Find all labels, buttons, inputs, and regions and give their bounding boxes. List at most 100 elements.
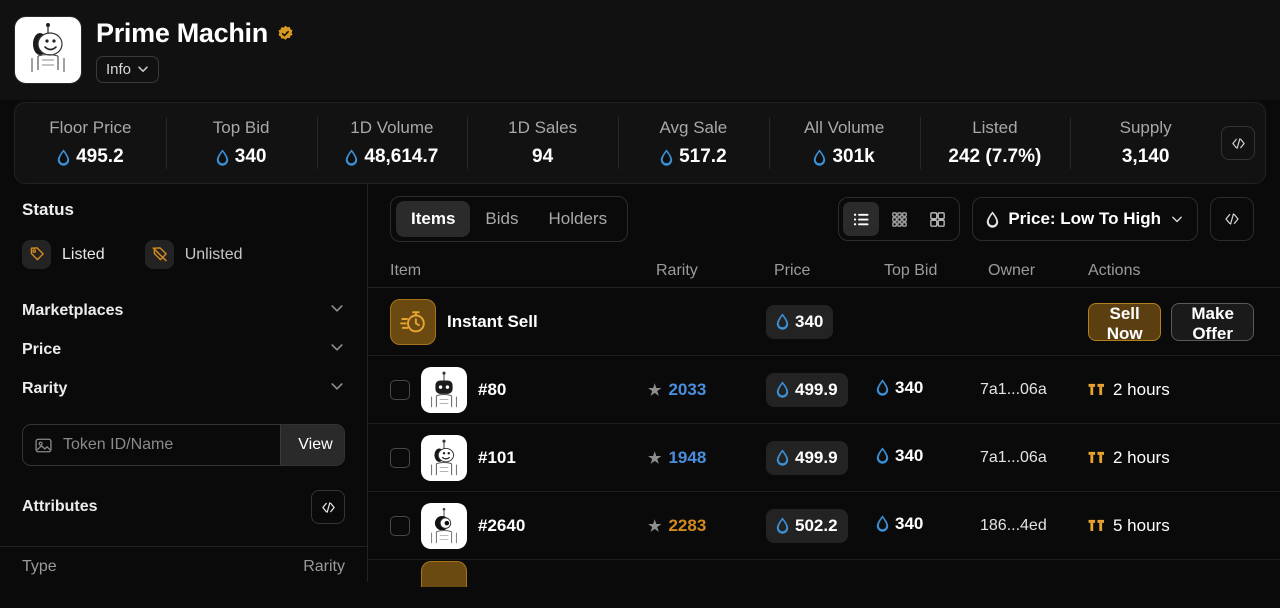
filter-rarity[interactable]: Rarity [22,369,345,408]
code-brackets-icon [1231,137,1245,149]
price-pill: 499.9 [766,440,848,475]
row-actions: 2 hours [1088,448,1254,468]
items-panel: Items Bids Holders Price: Low To High It… [368,184,1280,587]
stat-number: 94 [532,146,554,167]
stat-label: 1D Volume [350,118,434,137]
list-view-icon[interactable] [843,202,880,236]
small-grid-view-icon[interactable] [881,202,917,236]
row-actions: 2 hours [1088,380,1254,400]
stat-value: 301k [813,146,875,168]
top-bid-value: 340 [895,377,924,397]
sui-token-icon [876,447,889,464]
instant-sell-actions: Sell Now Make Offer [1088,302,1254,343]
stat-label: Floor Price [49,118,132,137]
attributes-rarity-header: Rarity [303,558,345,575]
sui-token-icon [776,381,789,398]
filter-price[interactable]: Price [22,330,345,369]
nft-thumbnail-glyph [423,436,465,479]
nft-thumbnail[interactable] [421,434,467,481]
row-price: 499.9 [766,440,876,475]
filter-marketplaces[interactable]: Marketplaces [22,291,345,330]
nft-thumbnail[interactable] [421,366,467,413]
items-code-button[interactable] [1210,197,1254,241]
sui-token-icon [776,517,789,534]
price-value: 499.9 [795,379,838,399]
nft-thumbnail[interactable] [421,502,467,549]
stat-1d-sales: 1D Sales 94 [467,103,618,183]
tag-icon [22,240,51,269]
filter-label: Marketplaces [22,301,124,319]
top-bid-wrap: 340 [876,378,923,398]
token-search-row: View [22,424,345,466]
stat-number: 242 (7.7%) [948,146,1042,167]
nft-thumbnail-glyph [423,504,465,547]
row-owner[interactable]: 7a1...06a [980,449,1088,467]
sort-select[interactable]: Price: Low To High [972,197,1198,241]
stat-value: 3,140 [1122,146,1170,168]
stat-floor-price: Floor Price 495.2 [15,103,166,183]
listing-age: 2 hours [1088,380,1170,400]
tab-bids[interactable]: Bids [470,201,533,237]
price-value: 340 [795,311,824,331]
row-checkbox[interactable] [390,447,410,468]
stat-label: Supply [1119,118,1172,137]
large-grid-view-icon[interactable] [919,202,955,236]
status-filter-unlisted[interactable]: Unlisted [144,240,243,269]
row-price: 499.9 [766,372,876,407]
stopwatch-glyph [399,311,425,333]
tab-items[interactable]: Items [396,201,471,237]
table-row[interactable]: #101 ★ 1948 499.9 340 7a1...06a 2 hours [368,424,1280,492]
filters-sidebar: Status Listed Unlisted Marketplaces Pric… [0,184,368,582]
status-filter-listed[interactable]: Listed [22,240,105,269]
info-button[interactable]: Info [96,55,160,83]
row-owner[interactable]: 186...4ed [980,517,1088,535]
view-mode-group [838,197,961,241]
filter-label: Rarity [22,379,68,397]
large-grid-view-glyph [929,211,945,227]
table-row[interactable]: #80 ★ 2033 499.9 340 7a1...06a 2 hours [368,356,1280,424]
price-value: 499.9 [795,447,838,467]
attributes-type-header: Type [22,558,57,575]
status-filter-row: Listed Unlisted [22,240,345,269]
sui-token-icon [346,149,358,166]
stat-number: 301k [832,146,875,167]
rarity-value-wrap: ★ 1948 [648,448,766,468]
collection-avatar-icon [18,20,78,80]
row-top-bid: 340 [876,378,980,402]
search-input[interactable] [53,436,280,454]
table-header: Item Rarity Price Top Bid Owner Actions [368,254,1280,288]
status-filter-label: Listed [62,245,105,263]
row-rarity: ★ 1948 [648,448,766,468]
sui-token-icon [876,515,889,532]
make-offer-button[interactable]: Make Offer [1171,302,1254,343]
tag-slash-glyph [152,247,167,262]
row-rarity: ★ 2283 [648,516,766,536]
stats-code-button[interactable] [1221,126,1255,160]
age-value: 2 hours [1113,379,1170,399]
table-row[interactable]: #2640 ★ 2283 502.2 340 186...4ed 5 hours [368,492,1280,560]
row-name: #80 [478,379,507,399]
attributes-code-button[interactable] [311,490,345,524]
stat-number: 3,140 [1121,146,1170,167]
row-checkbox[interactable] [390,515,410,536]
top-bid-value: 340 [895,445,924,465]
small-grid-view-glyph [892,211,907,227]
age-value: 2 hours [1113,447,1170,467]
stat-label: 1D Sales [508,118,578,137]
tab-holders[interactable]: Holders [534,201,623,237]
next-row-partial [368,560,1280,588]
items-toolbar: Items Bids Holders Price: Low To High [368,184,1280,254]
sell-now-button[interactable]: Sell Now [1088,302,1162,343]
row-top-bid: 340 [876,446,980,470]
attributes-row: Attributes [22,490,345,524]
owner-value: 7a1...06a [980,448,1047,466]
listing-age: 5 hours [1088,516,1170,536]
view-button[interactable]: View [280,425,344,465]
row-checkbox[interactable] [390,379,410,400]
filter-accordions: Marketplaces Price Rarity [22,291,345,408]
sui-token-icon [776,449,789,466]
instant-sell-item: Instant Sell [390,298,648,345]
tradeport-icon [1088,519,1104,531]
stat-value: 94 [532,146,553,168]
row-owner[interactable]: 7a1...06a [980,381,1088,399]
